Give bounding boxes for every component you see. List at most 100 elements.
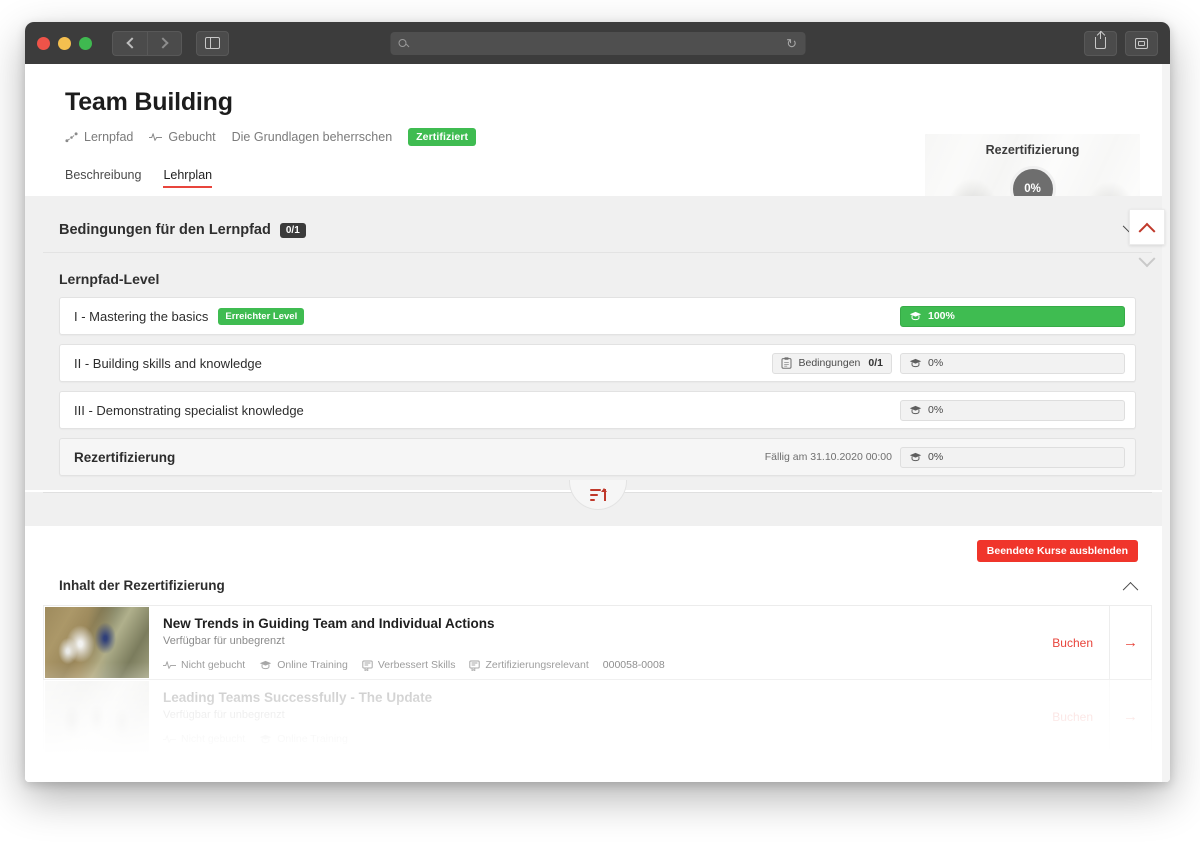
chevron-up-icon[interactable] xyxy=(1122,581,1139,598)
sort-toggle-button[interactable] xyxy=(568,480,627,510)
meta-booked: Gebucht xyxy=(149,130,216,144)
graduation-cap-icon xyxy=(909,452,922,462)
level-name: I - Mastering the basics xyxy=(74,308,209,324)
level-row[interactable]: III - Demonstrating specialist knowledge… xyxy=(59,391,1136,429)
level-progress-bar: 0% xyxy=(900,352,1125,374)
scrollbar-track[interactable] xyxy=(1162,64,1170,782)
level-row-recertification[interactable]: Rezertifizierung Fällig am 31.10.2020 00… xyxy=(59,438,1136,476)
level-name: III - Demonstrating specialist knowledge xyxy=(74,402,304,418)
course-body: New Trends in Guiding Team and Individua… xyxy=(149,606,1036,679)
level-indicators: 0% xyxy=(900,399,1125,421)
back-button[interactable] xyxy=(112,30,147,56)
course-tag-certification: Zertifizierungsrelevant xyxy=(469,659,589,671)
maximize-window-button[interactable] xyxy=(79,36,92,50)
arrow-right-icon[interactable]: → xyxy=(1109,680,1151,753)
forward-icon xyxy=(157,37,169,49)
close-window-button[interactable] xyxy=(37,36,50,50)
level-indicators: Bedingungen 0/1 0% xyxy=(772,352,1125,374)
course-title: New Trends in Guiding Team and Individua… xyxy=(163,616,495,631)
conditions-header[interactable]: Bedingungen für den Lernpfad 0/1 xyxy=(43,208,1152,253)
tab-lehrplan[interactable]: Lehrplan xyxy=(163,168,212,188)
course-tag-booking-status: Nicht gebucht xyxy=(163,659,245,671)
level-progress-value: 0% xyxy=(928,451,944,463)
course-row[interactable]: Leading Teams Successfully - The Update … xyxy=(43,680,1152,754)
content-header[interactable]: Inhalt der Rezertifizierung xyxy=(43,570,1152,606)
minimize-window-button[interactable] xyxy=(58,36,71,50)
share-button[interactable] xyxy=(1084,30,1117,56)
show-tabs-button[interactable] xyxy=(1125,30,1158,56)
browser-titlebar: ↻ xyxy=(25,22,1170,64)
sidebar-toggle-button[interactable] xyxy=(196,30,229,56)
course-body: Leading Teams Successfully - The Update … xyxy=(149,680,1036,753)
book-course-button[interactable]: Buchen xyxy=(1036,710,1109,724)
course-tag-label: Verbessert Skills xyxy=(377,659,456,671)
forward-button[interactable] xyxy=(147,30,182,56)
course-tag-format: Online Training xyxy=(259,659,348,671)
page-title: Team Building xyxy=(65,88,233,116)
hide-completed-courses-button[interactable]: Beendete Kurse ausblenden xyxy=(976,540,1138,562)
page-content: Team Building Lernpfad Gebucht Die Grund… xyxy=(25,64,1170,754)
course-title: Leading Teams Successfully - The Update xyxy=(163,690,433,705)
certificate-icon xyxy=(469,660,481,671)
arrow-right-icon[interactable]: → xyxy=(1109,606,1151,679)
conditions-title: Bedingungen für den Lernpfad xyxy=(59,222,271,238)
course-code: 000058-0008 xyxy=(602,659,665,671)
level-row[interactable]: II - Building skills and knowledge Bedin… xyxy=(59,344,1136,382)
share-icon xyxy=(1095,31,1106,49)
level-name: Rezertifizierung xyxy=(74,449,176,465)
conditions-panel: Bedingungen für den Lernpfad 0/1 Lernpfa… xyxy=(43,208,1152,490)
level-conditions-count: 0/1 xyxy=(868,357,883,369)
conditions-count-badge: 0/1 xyxy=(279,222,306,238)
level-progress-value: 100% xyxy=(928,310,955,322)
level-progress-bar: 0% xyxy=(900,446,1125,468)
book-course-button[interactable]: Buchen xyxy=(1036,636,1109,650)
window-controls xyxy=(37,36,92,50)
sidebar-icon xyxy=(205,37,220,49)
course-thumbnail xyxy=(45,681,149,752)
meta-subtitle: Die Grundlagen beherrschen xyxy=(231,130,393,144)
reload-icon[interactable]: ↻ xyxy=(786,37,797,50)
graduation-cap-icon xyxy=(909,311,922,321)
level-indicators: 100% xyxy=(900,305,1125,327)
course-actions: Buchen xyxy=(1036,680,1109,753)
course-actions: Buchen xyxy=(1036,606,1109,679)
recertification-title: Rezertifizierung xyxy=(985,143,1080,157)
content-heading: Inhalt der Rezertifizierung xyxy=(59,578,225,593)
meta-learning-path: Lernpfad xyxy=(65,130,133,144)
level-progress-value: 0% xyxy=(928,404,944,416)
screenshot-stage: ↻ Team Building Lernpfad Gebucht Die Gru… xyxy=(0,0,1200,849)
graduation-cap-icon xyxy=(909,405,922,415)
certificate-icon xyxy=(362,660,373,671)
scroll-up-button[interactable] xyxy=(1129,209,1165,245)
level-row[interactable]: I - Mastering the basics Erreichter Leve… xyxy=(59,297,1136,335)
tab-beschreibung[interactable]: Beschreibung xyxy=(65,168,141,188)
graduation-cap-icon xyxy=(259,734,272,744)
tabs-icon xyxy=(1135,37,1148,49)
search-icon xyxy=(398,39,406,47)
course-thumbnail xyxy=(45,607,149,678)
browser-window: ↻ Team Building Lernpfad Gebucht Die Gru… xyxy=(25,22,1170,782)
level-conditions-label: Bedingungen xyxy=(798,357,861,369)
sort-ascending-icon xyxy=(589,488,607,501)
graduation-cap-icon xyxy=(259,660,272,670)
levels-list: I - Mastering the basics Erreichter Leve… xyxy=(43,297,1152,490)
toolbar-right-buttons xyxy=(1084,30,1158,56)
course-tags: Nicht gebucht Online Training xyxy=(163,659,1022,671)
status-badge: Zertifiziert xyxy=(408,128,477,146)
level-name: II - Building skills and knowledge xyxy=(74,355,262,371)
page-viewport: Team Building Lernpfad Gebucht Die Grund… xyxy=(25,64,1170,782)
course-row[interactable]: New Trends in Guiding Team and Individua… xyxy=(43,606,1152,680)
course-tag-skills: Verbessert Skills xyxy=(362,659,456,671)
chevron-up-icon xyxy=(1138,222,1156,240)
course-tag-booking-status: Nicht gebucht xyxy=(163,733,245,745)
meta-booked-label: Gebucht xyxy=(168,130,216,144)
scroll-down-button[interactable] xyxy=(1129,245,1165,281)
pulse-icon xyxy=(149,132,163,142)
pulse-icon xyxy=(163,660,176,670)
level-progress-bar: 100% xyxy=(900,305,1125,327)
pulse-icon xyxy=(163,734,176,744)
scroll-controls xyxy=(1129,209,1165,281)
address-bar[interactable]: ↻ xyxy=(390,31,805,55)
level-achieved-badge: Erreichter Level xyxy=(218,307,305,325)
learning-path-icon xyxy=(65,131,78,143)
